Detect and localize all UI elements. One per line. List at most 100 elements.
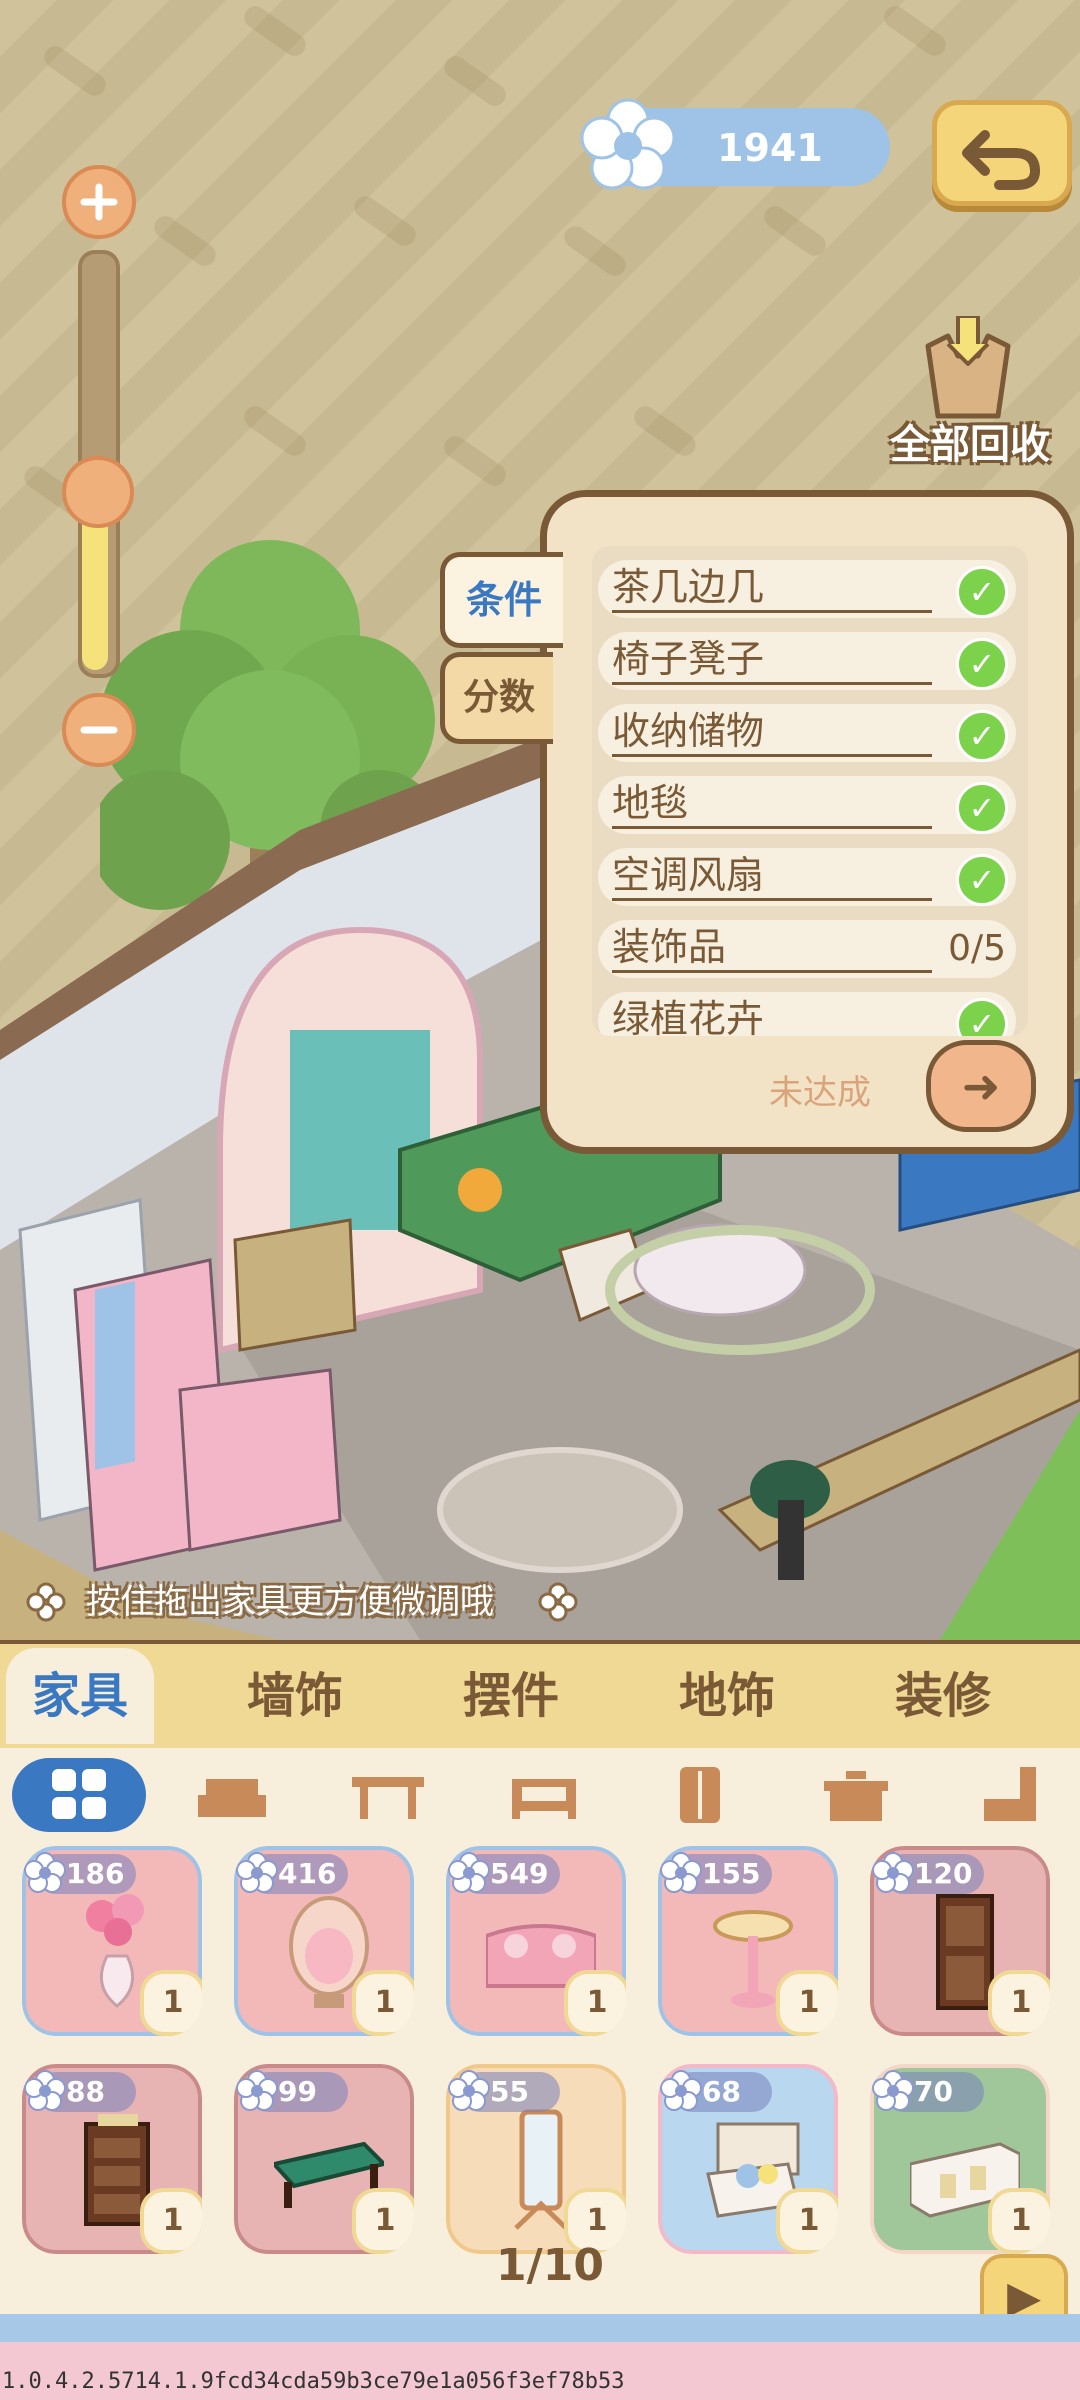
- condition-label: 椅子凳子: [612, 636, 932, 685]
- category-cabinet[interactable]: [796, 1758, 916, 1832]
- condition-row: 空调风扇 ✓: [598, 848, 1016, 906]
- tab-score[interactable]: 分数: [440, 652, 553, 744]
- conditions-list[interactable]: 茶几边几 ✓ 椅子凳子 ✓ 收纳储物 ✓ 地毯 ✓ 空调风扇 ✓ 装饰品 0/5…: [592, 546, 1028, 1036]
- item-price: 120: [914, 1857, 973, 1890]
- conditions-next-button[interactable]: ➜: [926, 1040, 1036, 1132]
- check-icon: ✓: [956, 782, 1008, 834]
- currency-value: 1941: [717, 126, 823, 170]
- item-quantity: 1: [776, 1970, 838, 2036]
- item-price: 416: [278, 1857, 337, 1890]
- flower-coin-icon: [872, 2070, 914, 2111]
- category-sofa[interactable]: [172, 1758, 292, 1832]
- flower-coin-icon: [448, 2070, 490, 2111]
- item-card[interactable]: 70 1: [870, 2064, 1050, 2254]
- cabinet-icon: [824, 1771, 888, 1821]
- item-quantity: 1: [352, 2188, 414, 2254]
- plus-icon: [80, 183, 118, 221]
- item-card[interactable]: 55 1: [446, 2064, 626, 2254]
- condition-row: 茶几边几 ✓: [598, 560, 1016, 618]
- clover-icon: [26, 1582, 66, 1622]
- tab-floor-decor[interactable]: 地饰: [632, 1648, 822, 1744]
- sofa-icon: [198, 1779, 266, 1817]
- condition-status: 未达成: [769, 1073, 871, 1113]
- chair-icon: [984, 1767, 1036, 1821]
- item-card[interactable]: 120 1: [870, 1846, 1050, 2036]
- tab-renovation[interactable]: 装修: [848, 1648, 1038, 1744]
- item-price: 68: [702, 2075, 741, 2108]
- version-label: 1.0.4.2.5714.1.9fcd34cda59b3ce79e1a056f3…: [2, 2369, 625, 2394]
- undo-arrow-icon: [962, 130, 1041, 190]
- check-icon: ✓: [956, 710, 1008, 762]
- tab-furniture[interactable]: 家具: [6, 1648, 154, 1744]
- item-price: 88: [66, 2075, 105, 2108]
- condition-label: 空调风扇: [612, 852, 932, 901]
- bed-icon: [512, 1779, 576, 1819]
- footer-strip: [0, 2314, 1080, 2342]
- check-icon: ✓: [956, 638, 1008, 690]
- item-price: 549: [490, 1857, 549, 1890]
- zoom-slider-knob[interactable]: [62, 456, 134, 528]
- category-wardrobe[interactable]: [640, 1758, 760, 1832]
- condition-label: 茶几边几: [612, 564, 932, 613]
- item-card[interactable]: 155 1: [658, 1846, 838, 2036]
- item-quantity: 1: [988, 1970, 1050, 2036]
- item-card[interactable]: 99 1: [234, 2064, 414, 2254]
- item-quantity: 1: [140, 1970, 202, 2036]
- flower-coin-icon: [24, 1852, 66, 1893]
- item-price: 155: [702, 1857, 761, 1890]
- item-quantity: 1: [140, 2188, 202, 2254]
- tab-ornaments[interactable]: 摆件: [416, 1648, 606, 1744]
- item-price: 55: [490, 2075, 529, 2108]
- condition-label: 地毯: [612, 780, 932, 829]
- item-quantity: 1: [776, 2188, 838, 2254]
- category-bed[interactable]: [484, 1758, 604, 1832]
- flower-coin-icon: [24, 2070, 66, 2111]
- page-indicator: 1/10: [496, 2240, 604, 2291]
- condition-label: 绿植花卉: [612, 996, 932, 1036]
- check-icon: ✓: [956, 998, 1008, 1036]
- zoom-out-button[interactable]: [62, 693, 136, 767]
- item-price: 99: [278, 2075, 317, 2108]
- grid-icon: [52, 1769, 106, 1819]
- tab-conditions[interactable]: 条件: [440, 552, 563, 648]
- condition-row: 绿植花卉 ✓: [598, 992, 1016, 1036]
- item-quantity: 1: [564, 1970, 626, 2036]
- item-card[interactable]: 68 1: [658, 2064, 838, 2254]
- condition-label: 收纳储物: [612, 708, 932, 757]
- item-card[interactable]: 88 1: [22, 2064, 202, 2254]
- item-card[interactable]: 186 1: [22, 1846, 202, 2036]
- item-price: 70: [914, 2075, 953, 2108]
- category-chair[interactable]: [952, 1758, 1072, 1832]
- table-icon: [352, 1777, 424, 1819]
- recycle-all-label[interactable]: 全部回收: [880, 412, 1060, 468]
- condition-row: 装饰品 0/5: [598, 920, 1016, 978]
- item-quantity: 1: [988, 2188, 1050, 2254]
- item-card[interactable]: 416 1: [234, 1846, 414, 2036]
- flower-coin-icon: [236, 1852, 278, 1893]
- back-button[interactable]: [932, 100, 1072, 206]
- zoom-in-button[interactable]: [62, 165, 136, 239]
- check-icon: ✓: [956, 566, 1008, 618]
- flower-coin-icon: [872, 1852, 914, 1893]
- tab-wall-decor[interactable]: 墙饰: [200, 1648, 390, 1744]
- condition-label: 装饰品: [612, 924, 932, 973]
- flower-coin-icon: [236, 2070, 278, 2111]
- flower-coin-icon: [660, 1852, 702, 1893]
- check-icon: ✓: [956, 854, 1008, 906]
- minus-icon: [80, 726, 118, 734]
- item-price: 186: [66, 1857, 125, 1890]
- recycle-box-icon[interactable]: [908, 316, 1028, 426]
- category-table[interactable]: [328, 1758, 448, 1832]
- flower-coin-icon: [448, 1852, 490, 1893]
- item-card[interactable]: 549 1: [446, 1846, 626, 2036]
- wardrobe-icon: [680, 1767, 720, 1823]
- clover-icon: [538, 1582, 578, 1622]
- flower-coin-icon: [660, 2070, 702, 2111]
- condition-row: 收纳储物 ✓: [598, 704, 1016, 762]
- condition-row: 椅子凳子 ✓: [598, 632, 1016, 690]
- category-all[interactable]: [12, 1758, 146, 1832]
- item-quantity: 1: [352, 1970, 414, 2036]
- flower-coin-icon: [580, 98, 676, 190]
- condition-progress: 0/5: [948, 928, 1006, 969]
- arrow-right-icon: ➜: [961, 1059, 1001, 1113]
